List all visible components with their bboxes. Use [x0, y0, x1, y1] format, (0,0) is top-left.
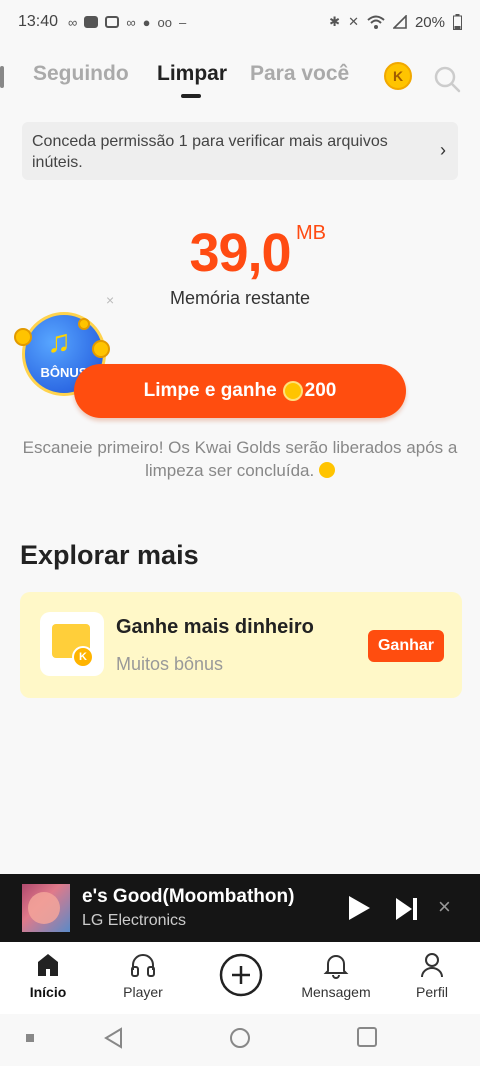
bell-icon	[323, 955, 349, 979]
nav-item-mensagem[interactable]: Mensagem	[291, 950, 381, 1000]
song-title: e's Good(Moombathon)	[82, 886, 295, 907]
skip-next-icon[interactable]	[394, 896, 420, 922]
home-icon	[38, 954, 58, 976]
earn-button[interactable]: Ganhar	[368, 630, 444, 662]
music-note-icon: ♫	[47, 323, 71, 359]
notification-icons: ∞ ∞ ● oo –	[68, 15, 186, 30]
earn-card-subtitle: Muitos bônus	[116, 654, 224, 674]
nav-label: Início	[29, 984, 67, 1000]
mini-player[interactable]: e's Good(Moombathon) LG Electronics ×	[0, 874, 480, 942]
nav-label: Perfil	[416, 984, 448, 1000]
signal-icon	[392, 15, 407, 29]
earn-card-title: Ganhe mais dinheiro	[116, 616, 314, 638]
top-tabs: Seguindo Limpar Para você K	[0, 56, 480, 100]
player-close-icon[interactable]: ×	[438, 894, 451, 920]
memory-value: 39,0	[189, 223, 291, 283]
person-icon	[421, 953, 443, 978]
battery-percent: 20%	[414, 13, 445, 31]
scan-note-text: Escaneie primeiro! Os Kwai Golds serão l…	[22, 438, 458, 480]
active-tab-indicator	[181, 94, 201, 98]
permission-banner[interactable]: Conceda permissão 1 para verificar mais …	[22, 122, 458, 180]
nav-item-perfil[interactable]: Perfil	[387, 950, 477, 1000]
system-nav-bar	[0, 1014, 480, 1066]
memory-readout: 39,0 MB	[0, 222, 480, 284]
memory-label: Memória restante	[169, 288, 311, 308]
memory-unit: MB	[296, 222, 326, 244]
k-coin-icon: K	[72, 646, 94, 668]
recent-dot-icon	[26, 1034, 34, 1042]
scan-note: Escaneie primeiro! Os Kwai Golds serão l…	[20, 436, 460, 482]
messenger-icon: ●	[142, 14, 151, 30]
dash-icon: –	[178, 14, 187, 30]
nav-label: Player	[123, 984, 163, 1000]
earn-more-card[interactable]: K Ganhe mais dinheiro Muitos bônus Ganha…	[20, 592, 462, 698]
permission-text: Conceda permissão 1 para verificar mais …	[32, 133, 388, 171]
tab-para-voce[interactable]: Para você	[250, 62, 349, 86]
nav-label: Mensagem	[301, 984, 371, 1000]
wallet-icon: K	[40, 612, 104, 676]
clean-button-amount: 200	[304, 380, 337, 401]
search-icon[interactable]	[432, 64, 462, 94]
album-cover	[22, 884, 70, 932]
tab-seguindo[interactable]: Seguindo	[33, 62, 129, 86]
nav-item-inicio[interactable]: Início	[3, 950, 93, 1000]
coin-icon	[92, 340, 110, 358]
wifi-icon	[367, 15, 385, 29]
song-artist: LG Electronics	[82, 912, 187, 929]
home-button-icon[interactable]	[228, 1026, 252, 1050]
bonus-dismiss-icon[interactable]: ×	[106, 292, 114, 308]
create-plus-icon[interactable]	[218, 952, 264, 998]
clean-and-earn-button[interactable]: Limpe e ganhe 200	[74, 364, 406, 418]
play-icon[interactable]	[346, 894, 372, 922]
chevron-right-icon: ›	[440, 140, 446, 160]
coin-icon	[14, 328, 32, 346]
album-disc	[28, 892, 60, 924]
mute-icon: ✕	[348, 14, 359, 29]
voicemail-icon: oo	[157, 14, 172, 30]
coin-icon	[282, 381, 303, 401]
tab-overflow-edge	[0, 66, 4, 88]
tab-limpar[interactable]: Limpar	[157, 62, 227, 86]
headphones-icon	[131, 954, 155, 977]
system-icons: ✱ ✕ 20%	[329, 14, 462, 31]
link-icon: ∞	[68, 14, 78, 30]
back-icon[interactable]	[102, 1026, 124, 1050]
status-time: 13:40	[18, 13, 59, 30]
nav-item-player[interactable]: Player	[98, 950, 188, 1000]
bluetooth-icon: ✱	[329, 14, 341, 29]
youtube-icon	[84, 16, 99, 28]
battery-icon	[453, 14, 462, 30]
kwai-coin-icon[interactable]: K	[384, 62, 412, 90]
explore-title: Explorar mais	[20, 540, 199, 570]
clean-page: 13:40 ∞ ∞ ● oo – ✱ ✕ 20% Seguindo Limpar…	[0, 0, 480, 1066]
emoji-icon	[318, 462, 335, 478]
status-bar: 13:40 ∞ ∞ ● oo – ✱ ✕ 20%	[0, 0, 480, 44]
bottom-nav: Início Player Mensagem Perfil	[0, 942, 480, 1014]
recents-icon[interactable]	[356, 1026, 378, 1048]
link-icon: ∞	[126, 14, 136, 30]
chat-icon	[105, 16, 120, 28]
coin-icon	[78, 318, 90, 330]
clean-button-label: Limpe e ganhe	[143, 380, 277, 401]
